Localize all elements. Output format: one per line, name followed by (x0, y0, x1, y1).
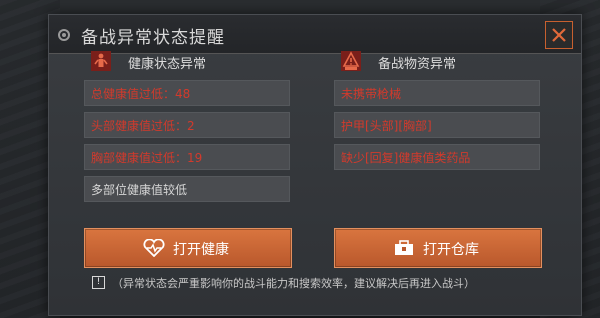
health-column: 健康状态异常 总健康值过低：48 头部健康值过低：2 胸部健康值过低：19 多部… (84, 50, 290, 208)
title-marker-icon (57, 27, 71, 41)
open-health-button[interactable]: 打开健康 (84, 228, 292, 268)
health-item-total: 总健康值过低：48 (84, 80, 290, 106)
health-item-multiple: 多部位健康值较低 (84, 176, 290, 202)
dialog-titlebar: 备战异常状态提醒 (49, 15, 581, 54)
health-header-label: 健康状态异常 (128, 57, 207, 72)
health-item-head: 头部健康值过低：2 (84, 112, 290, 138)
close-x-icon (552, 28, 566, 42)
health-item-chest: 胸部健康值过低：19 (84, 144, 290, 170)
toolbox-icon (393, 239, 415, 257)
supplies-header: 备战物资异常 (334, 50, 540, 80)
game-scene: 备战异常状态提醒 健康状态异常 总健康值过低：48 头部健康值过低：2 胸部健康… (0, 0, 600, 318)
supplies-header-label: 备战物资异常 (378, 57, 457, 72)
heart-pulse-icon (143, 238, 165, 258)
supply-item-medicine: 缺少[回复]健康值类药品 (334, 144, 540, 170)
supplies-column: 备战物资异常 未携带枪械 护甲[头部][胸部] 缺少[回复]健康值类药品 (334, 50, 540, 176)
health-alert-icon (90, 50, 112, 72)
supply-item-armor: 护甲[头部][胸部] (334, 112, 540, 138)
open-health-label: 打开健康 (173, 242, 229, 258)
supply-item-no-weapon: 未携带枪械 (334, 80, 540, 106)
close-button[interactable] (545, 21, 573, 49)
supply-alert-icon (340, 50, 362, 72)
warning-notice-text: （异常状态会严重影响你的战斗能力和搜索效率，建议解决后再进入战斗） (112, 277, 475, 290)
dialog-title: 备战异常状态提醒 (81, 28, 225, 48)
open-warehouse-label: 打开仓库 (423, 242, 479, 258)
open-warehouse-button[interactable]: 打开仓库 (334, 228, 542, 268)
health-header: 健康状态异常 (84, 50, 290, 80)
exclamation-icon: ! (92, 276, 105, 289)
